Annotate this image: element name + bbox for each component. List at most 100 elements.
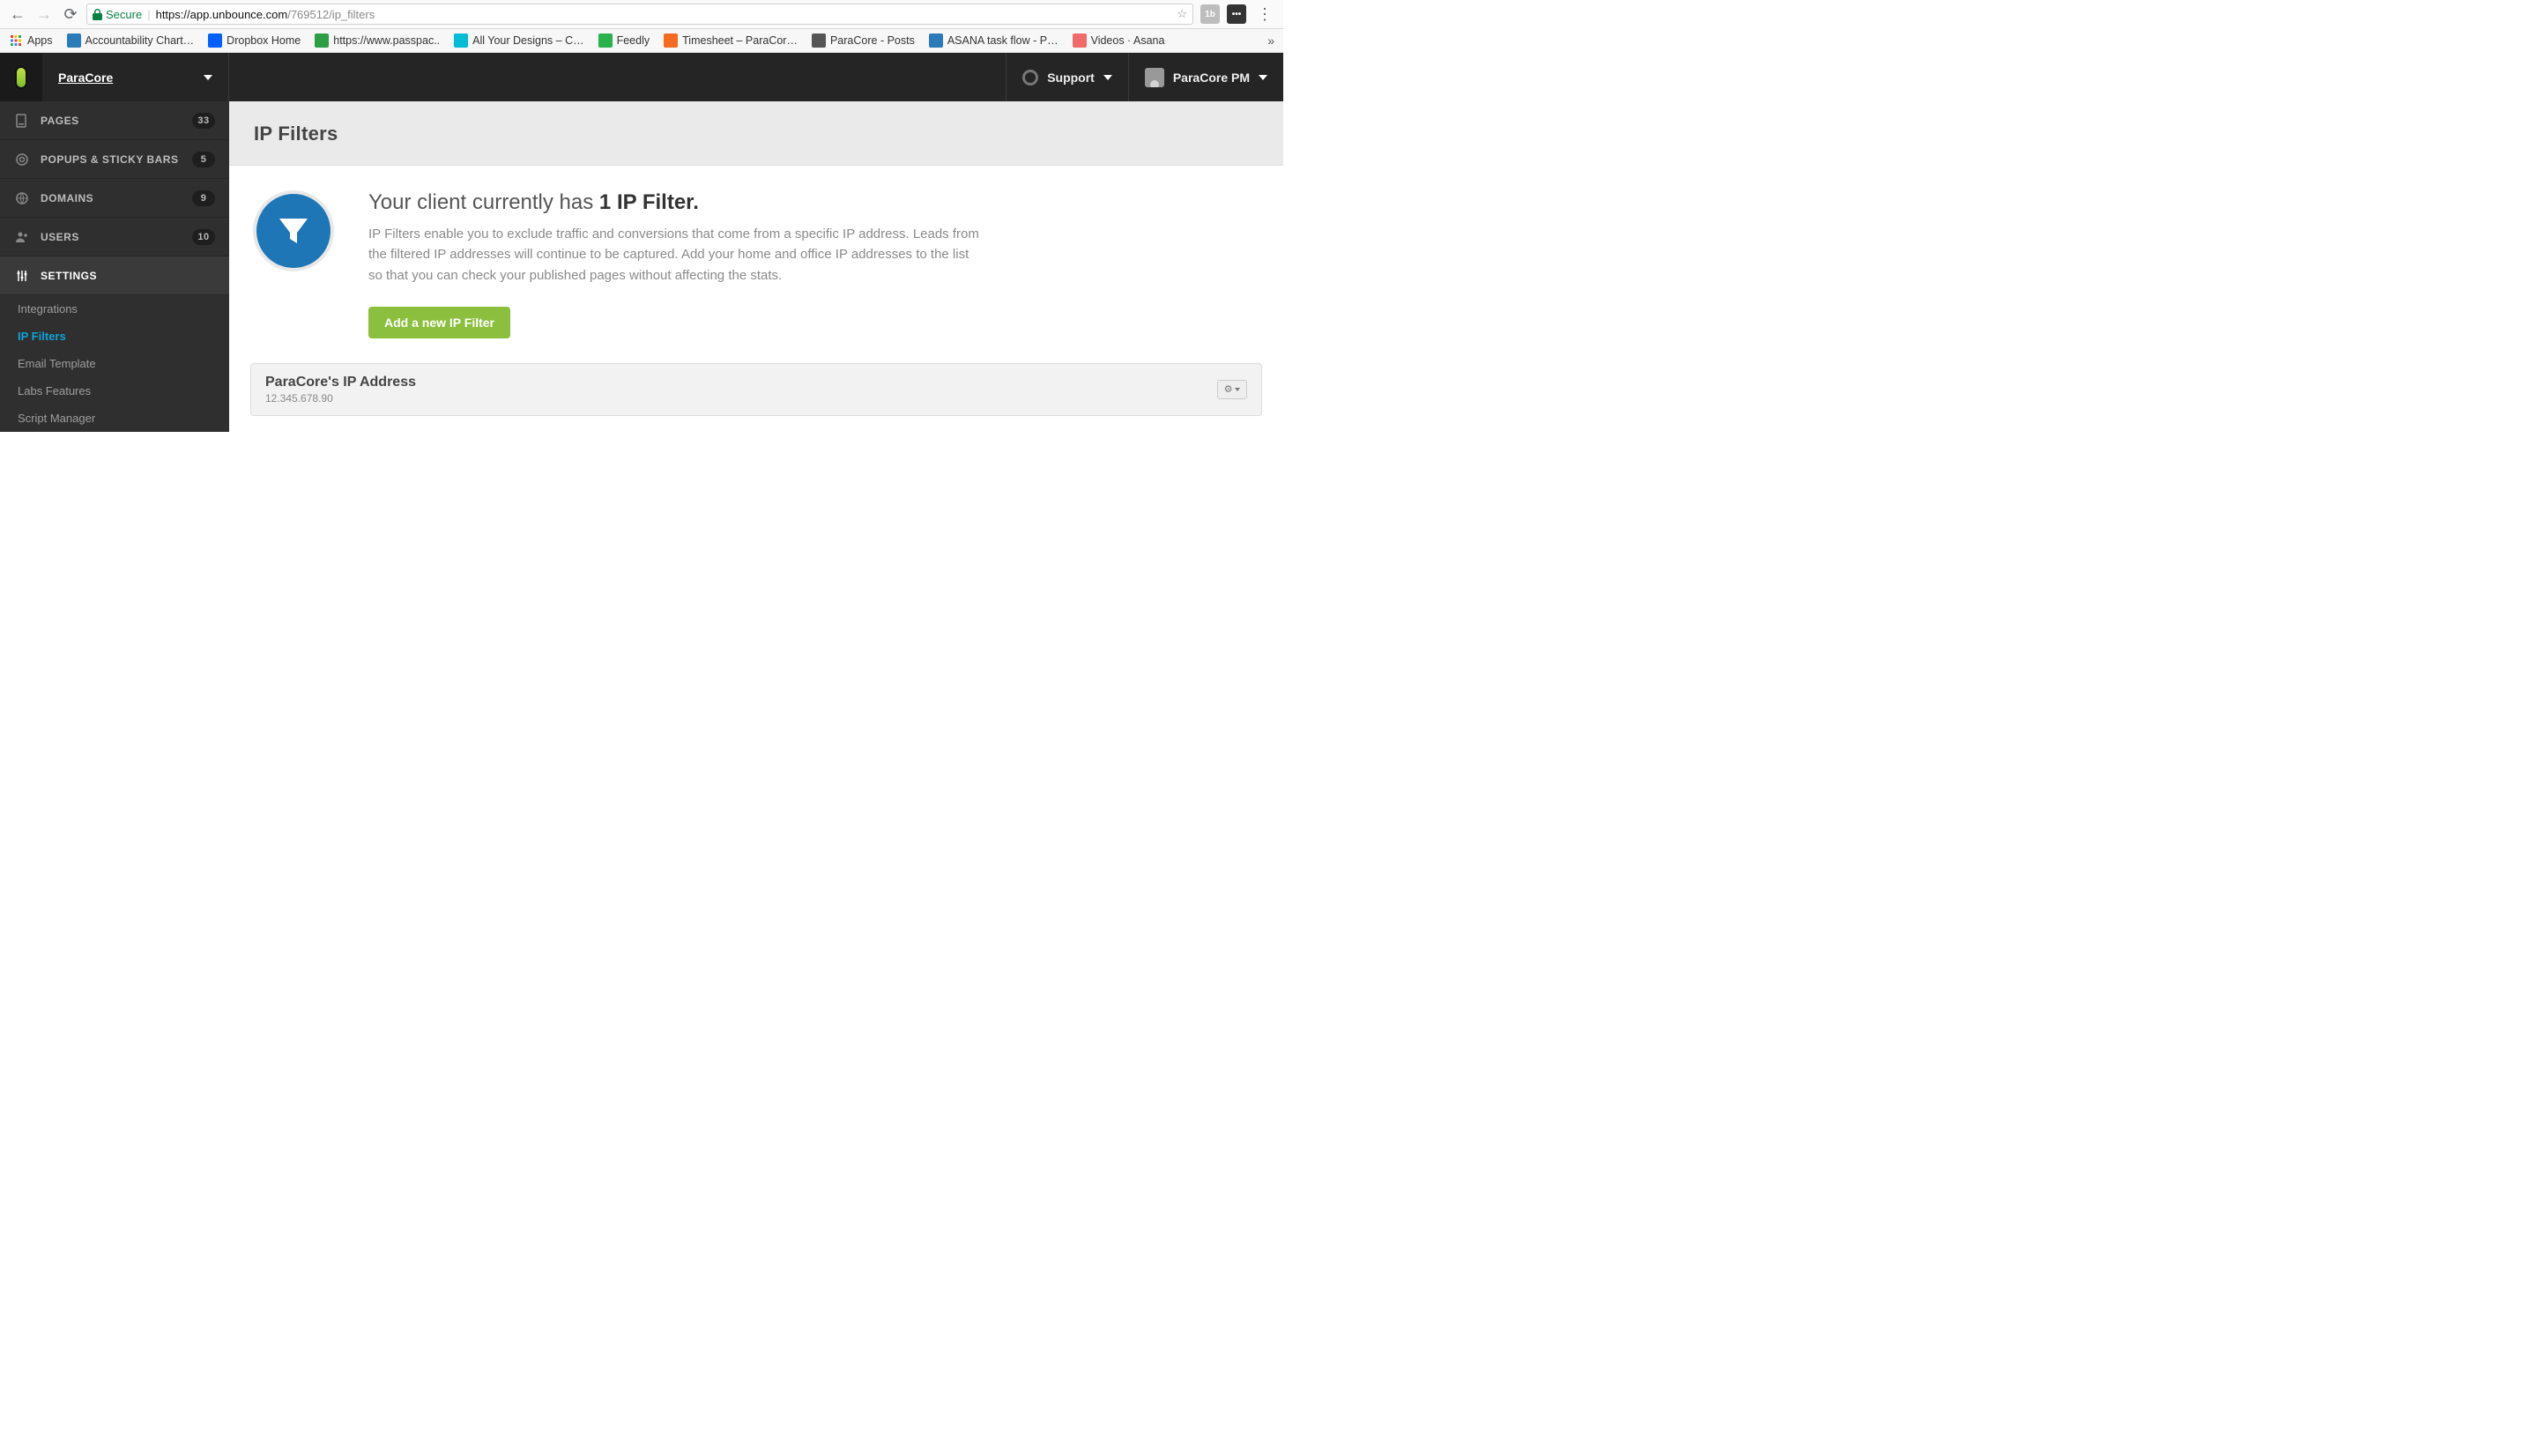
sidebar-item-label: USERS <box>41 231 79 243</box>
bookmarks-overflow[interactable]: » <box>1267 33 1274 48</box>
sidebar-item-label: PAGES <box>41 115 79 127</box>
client-name: ParaCore <box>58 71 113 85</box>
address-bar[interactable]: Secure | https://app.unbounce.com/769512… <box>86 4 1193 25</box>
bookmark-label: Timesheet – ParaCor… <box>682 34 798 47</box>
browser-menu-icon[interactable]: ⋮ <box>1253 5 1276 24</box>
client-dropdown[interactable]: ParaCore <box>42 53 229 101</box>
main-content: IP Filters Your client currently has 1 I… <box>229 101 1283 432</box>
bookmark-item[interactable]: Dropbox Home <box>208 33 301 48</box>
bookmark-favicon <box>315 33 329 48</box>
bookmark-favicon <box>454 33 468 48</box>
bookmarks-bar: Apps Accountability Chart… Dropbox Home htt… <box>0 29 1283 53</box>
sidebar-item-count: 9 <box>192 190 215 206</box>
users-icon <box>14 229 30 245</box>
sidebar-item-label: POPUPS & STICKY BARS <box>41 153 178 166</box>
app-logo[interactable] <box>0 53 42 101</box>
ip-filter-address: 12.345.678.90 <box>265 392 416 405</box>
chevron-down-icon <box>1259 75 1267 80</box>
bookmark-item[interactable]: Accountability Chart… <box>67 33 195 48</box>
intro-heading-prefix: Your client currently has <box>368 190 599 214</box>
reload-button[interactable]: ⟳ <box>60 4 81 25</box>
sidebar-item-settings[interactable]: SETTINGS <box>0 256 229 295</box>
bookmark-label: Apps <box>27 34 53 47</box>
sidebar-item-count: 5 <box>192 152 215 167</box>
bookmark-favicon <box>664 33 678 48</box>
bookmark-label: https://www.passpac.. <box>333 34 440 47</box>
bookmark-label: ASANA task flow - P… <box>947 34 1059 47</box>
pages-icon <box>14 113 30 129</box>
target-icon <box>14 152 30 167</box>
chevron-down-icon <box>1235 388 1240 391</box>
sliders-icon <box>14 268 30 284</box>
page-title: IP Filters <box>254 123 1259 145</box>
sidebar: PAGES 33 POPUPS & STICKY BARS 5 DOMAINS … <box>0 101 229 432</box>
bookmark-item[interactable]: Feedly <box>598 33 650 48</box>
bookmark-label: ParaCore - Posts <box>830 34 915 47</box>
ip-filter-row: ParaCore's IP Address 12.345.678.90 ⚙ <box>250 363 1262 416</box>
sidebar-item-domains[interactable]: DOMAINS 9 <box>0 179 229 218</box>
bookmark-item[interactable]: https://www.passpac.. <box>315 33 440 48</box>
bookmark-favicon <box>67 33 81 48</box>
bookmark-item[interactable]: All Your Designs – C… <box>454 33 583 48</box>
sidebar-sub-script-manager[interactable]: Script Manager <box>0 405 229 432</box>
support-menu[interactable]: Support <box>1006 53 1128 101</box>
page-header: IP Filters <box>229 101 1283 166</box>
intro-section: Your client currently has 1 IP Filter. I… <box>229 166 1283 347</box>
sidebar-item-pages[interactable]: PAGES 33 <box>0 101 229 140</box>
sidebar-sub-labs-features[interactable]: Labs Features <box>0 377 229 405</box>
intro-heading-bold: 1 IP Filter. <box>599 190 699 214</box>
extension-icon[interactable]: 1b <box>1200 4 1220 24</box>
app-topbar: ParaCore Support ParaCore PM <box>0 53 1283 101</box>
bookmark-item[interactable]: Videos · Asana <box>1073 33 1165 48</box>
sidebar-sub-ip-filters[interactable]: IP Filters <box>0 323 229 350</box>
secure-indicator: Secure <box>93 8 142 21</box>
gear-icon: ⚙ <box>1224 383 1233 395</box>
ip-filter-actions-dropdown[interactable]: ⚙ <box>1217 380 1247 399</box>
globe-icon <box>14 190 30 206</box>
back-button[interactable]: ← <box>7 4 28 25</box>
add-ip-filter-button[interactable]: Add a new IP Filter <box>368 307 510 338</box>
sidebar-item-users[interactable]: USERS 10 <box>0 218 229 256</box>
user-name: ParaCore PM <box>1173 71 1250 85</box>
secure-label: Secure <box>106 8 142 21</box>
bookmark-favicon <box>208 33 222 48</box>
filter-hero-icon <box>253 190 334 271</box>
avatar-icon <box>1145 68 1164 87</box>
extension-icon[interactable]: ••• <box>1227 4 1246 24</box>
bookmark-label: Dropbox Home <box>227 34 301 47</box>
bookmark-label: All Your Designs – C… <box>472 34 583 47</box>
sidebar-item-popups[interactable]: POPUPS & STICKY BARS 5 <box>0 140 229 179</box>
bookmark-favicon <box>9 33 23 48</box>
lock-icon <box>93 9 102 20</box>
sidebar-item-label: DOMAINS <box>41 192 93 204</box>
intro-heading: Your client currently has 1 IP Filter. <box>368 190 985 215</box>
bookmark-label: Videos · Asana <box>1091 34 1165 47</box>
bookmark-item[interactable]: ASANA task flow - P… <box>929 33 1059 48</box>
ip-filter-name: ParaCore's IP Address <box>265 375 416 390</box>
bookmark-item[interactable]: Timesheet – ParaCor… <box>664 33 798 48</box>
sidebar-item-count: 10 <box>192 229 215 245</box>
sidebar-sub-integrations[interactable]: Integrations <box>0 295 229 323</box>
browser-toolbar: ← → ⟳ Secure | https://app.unbounce.com/… <box>0 0 1283 29</box>
bookmark-favicon <box>598 33 613 48</box>
sidebar-item-label: SETTINGS <box>41 270 97 282</box>
chevron-down-icon <box>204 75 212 80</box>
url-host: https://app.unbounce.com <box>156 8 288 21</box>
star-icon[interactable]: ☆ <box>1177 7 1187 21</box>
user-menu[interactable]: ParaCore PM <box>1128 53 1283 101</box>
support-icon <box>1022 70 1038 85</box>
bookmark-label: Feedly <box>617 34 650 47</box>
sidebar-sub-email-template[interactable]: Email Template <box>0 350 229 377</box>
bookmark-favicon <box>1073 33 1087 48</box>
forward-button[interactable]: → <box>33 4 55 25</box>
url-path: /769512/ip_filters <box>287 8 375 21</box>
bookmark-item[interactable]: ParaCore - Posts <box>812 33 915 48</box>
bookmark-item[interactable]: Apps <box>9 33 53 48</box>
intro-description: IP Filters enable you to exclude traffic… <box>368 224 985 286</box>
sidebar-item-count: 33 <box>192 113 215 129</box>
bookmark-favicon <box>929 33 943 48</box>
chevron-down-icon <box>1103 75 1112 80</box>
bookmark-label: Accountability Chart… <box>85 34 195 47</box>
support-label: Support <box>1047 71 1095 85</box>
bookmark-favicon <box>812 33 826 48</box>
